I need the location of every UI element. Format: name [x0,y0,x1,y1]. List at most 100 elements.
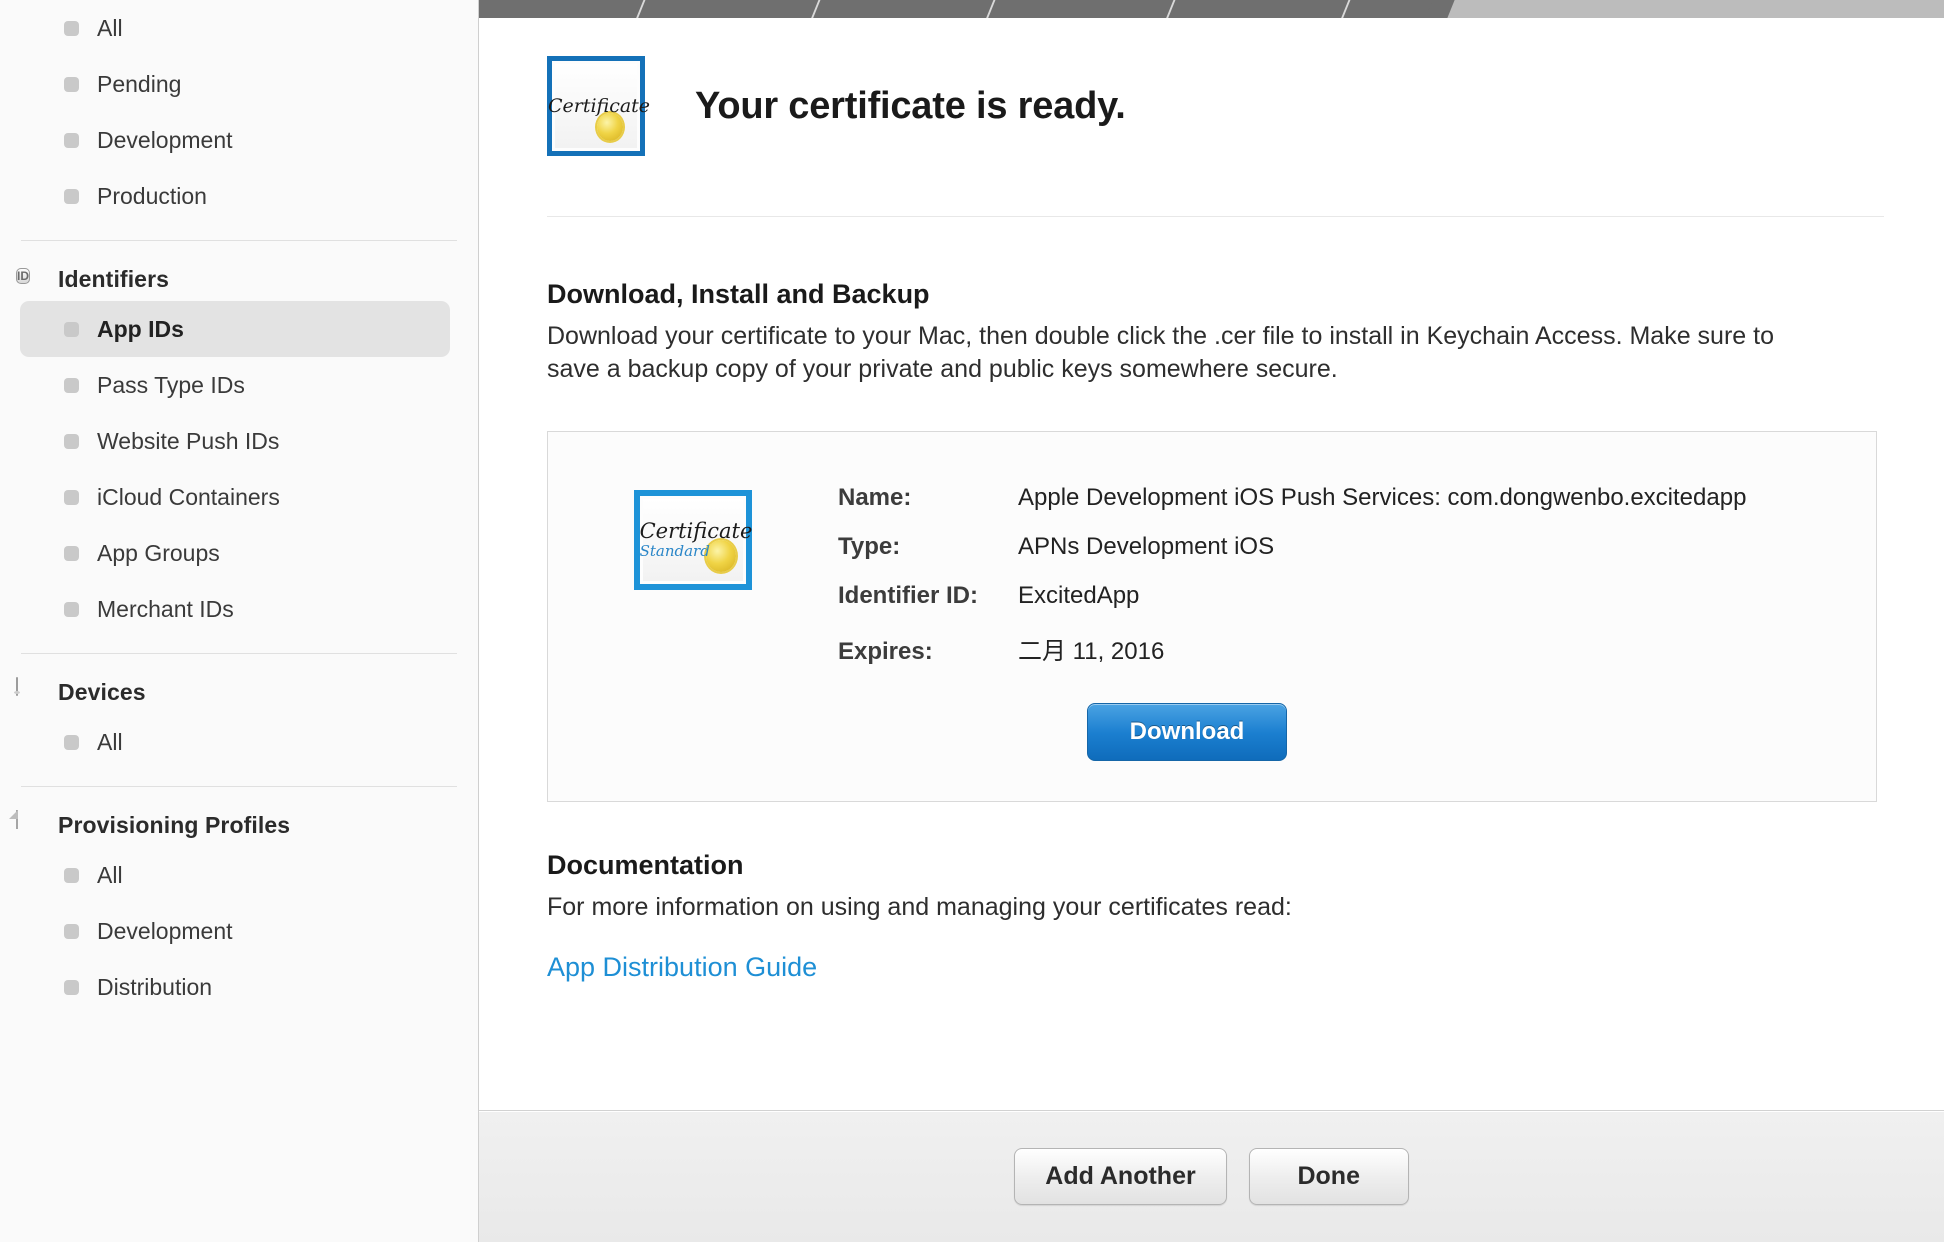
bullet-icon [64,489,79,505]
sidebar-item-all[interactable]: All [20,0,450,56]
step-bar-completed [479,0,1439,18]
sidebar-item-app-groups[interactable]: App Groups [20,525,450,581]
document-icon [16,810,44,839]
page-header: Certificate Your certificate is ready. [547,56,1884,156]
download-body: Download your certificate to your Mac, t… [547,322,1774,384]
row-label: Identifier ID: [838,581,979,609]
certificate-details-body: Name: Apple Development iOS Push Service… [838,484,1876,761]
sidebar-item-label: Website Push IDs [97,427,280,454]
sidebar-header-label: Provisioning Profiles [58,811,291,838]
id-badge-icon-text: ID [16,268,30,284]
bullet-icon [64,76,79,92]
done-button[interactable]: Done [1248,1148,1409,1205]
sidebar-item-label: Pending [97,70,182,97]
sidebar-item-devices-all[interactable]: All [20,714,450,770]
row-label: Type: [838,532,901,560]
sidebar-item-merchant-ids[interactable]: Merchant IDs [20,581,450,637]
sidebar-item-website-push-ids[interactable]: Website Push IDs [20,413,450,469]
sidebar-item-development[interactable]: Development [20,112,450,168]
app-distribution-guide-link[interactable]: App Distribution Guide [547,952,817,983]
row-label: Name: [838,483,912,511]
download-button[interactable]: Download [1086,702,1288,761]
add-another-button[interactable]: Add Another [1014,1148,1227,1205]
header-divider [547,216,1884,217]
bullet-icon [64,867,79,883]
bullet-icon [64,433,79,449]
sidebar-item-label: Merchant IDs [97,595,234,622]
bullet-icon [64,132,79,148]
phone-icon [16,677,44,706]
certificate-row-name: Name: Apple Development iOS Push Service… [838,484,1836,512]
bullet-icon [64,545,79,561]
sidebar-item-profiles-all[interactable]: All [20,847,450,903]
bullet-icon [64,188,79,204]
bullet-icon [64,601,79,617]
sidebar-header-provisioning-profiles: Provisioning Profiles [0,803,478,847]
sidebar-group-devices: Devices All [0,670,478,770]
certificate-icon-title: Certificate [639,518,753,543]
download-button-row: Download [838,687,1836,761]
sidebar-header-label: Identifiers [58,265,170,292]
content-area: Certificate Your certificate is ready. D… [479,18,1944,1110]
sidebar: All Pending Development Production ID Id… [0,0,479,1242]
sidebar-item-label: Pass Type IDs [97,371,245,398]
documentation-section: Documentation For more information on us… [547,850,1884,983]
sidebar-item-profiles-development[interactable]: Development [20,903,450,959]
sidebar-item-pass-type-ids[interactable]: Pass Type IDs [20,357,450,413]
certificate-row-expires: Expires: 二月 11, 2016 [838,631,1836,666]
row-value: ExcitedApp [1018,581,1140,609]
sidebar-divider [21,786,457,787]
sidebar-item-label: Production [97,182,207,209]
id-badge-icon: ID [16,265,44,293]
sidebar-header-devices: Devices [0,670,478,714]
bullet-icon [64,923,79,939]
row-value: APNs Development iOS [1018,532,1275,560]
row-value: Apple Development iOS Push Services: com… [1018,483,1747,511]
row-label: Expires: [838,637,933,665]
sidebar-item-label: App Groups [97,539,220,566]
sidebar-group-identifiers: ID Identifiers App IDs Pass Type IDs Web… [0,257,478,637]
sidebar-item-label: Development [97,126,233,153]
sidebar-item-pending[interactable]: Pending [20,56,450,112]
certificate-icon: Certificate [547,56,650,156]
sidebar-divider [21,653,457,654]
download-section: Download, Install and Backup Download yo… [547,279,1884,387]
sidebar-item-label: Distribution [97,973,213,1000]
row-value: 二月 11, 2016 [1018,637,1165,665]
sidebar-group-provisioning-profiles: Provisioning Profiles All Development Di… [0,803,478,1015]
sidebar-item-icloud-containers[interactable]: iCloud Containers [20,469,450,525]
certificate-standard-icon: Certificate Standard [634,489,753,590]
page-title: Your certificate is ready. [695,84,1126,127]
sidebar-item-label: All [97,861,123,888]
sidebar-group-certificates: All Pending Development Production [0,0,478,224]
main-panel: Certificate Your certificate is ready. D… [479,0,1944,1242]
sidebar-item-label: App IDs [97,315,184,342]
sidebar-item-label: All [97,14,123,41]
bullet-icon [64,377,79,393]
bullet-icon [64,734,79,750]
sidebar-header-identifiers: ID Identifiers [0,257,478,301]
certificate-icon-subtitle: Standard [639,541,710,560]
certificate-row-identifier-id: Identifier ID: ExcitedApp [838,582,1836,610]
download-heading: Download, Install and Backup [547,279,930,309]
sidebar-item-production[interactable]: Production [20,168,450,224]
sidebar-item-profiles-distribution[interactable]: Distribution [20,959,450,1015]
bullet-icon [64,20,79,36]
bullet-icon [64,979,79,995]
certificate-ready-screen: All Pending Development Production ID Id… [0,0,1944,1242]
gold-seal-icon [597,113,623,141]
certificate-card-icon-wrap: Certificate Standard [548,484,838,590]
progress-step-bar [479,0,1944,18]
bullet-icon [64,321,79,337]
sidebar-item-app-ids[interactable]: App IDs [20,301,450,357]
sidebar-item-label: Development [97,917,233,944]
sidebar-header-label: Devices [58,678,146,705]
certificate-row-type: Type: APNs Development iOS [838,533,1836,561]
sidebar-divider [21,240,457,241]
sidebar-item-label: All [97,728,123,755]
certificate-details-card: Certificate Standard Name: Apple Develop… [547,430,1877,802]
certificate-icon-title: Certificate [547,94,651,117]
documentation-body: For more information on using and managi… [547,892,1292,921]
documentation-heading: Documentation [547,849,744,880]
sidebar-item-label: iCloud Containers [97,483,280,510]
